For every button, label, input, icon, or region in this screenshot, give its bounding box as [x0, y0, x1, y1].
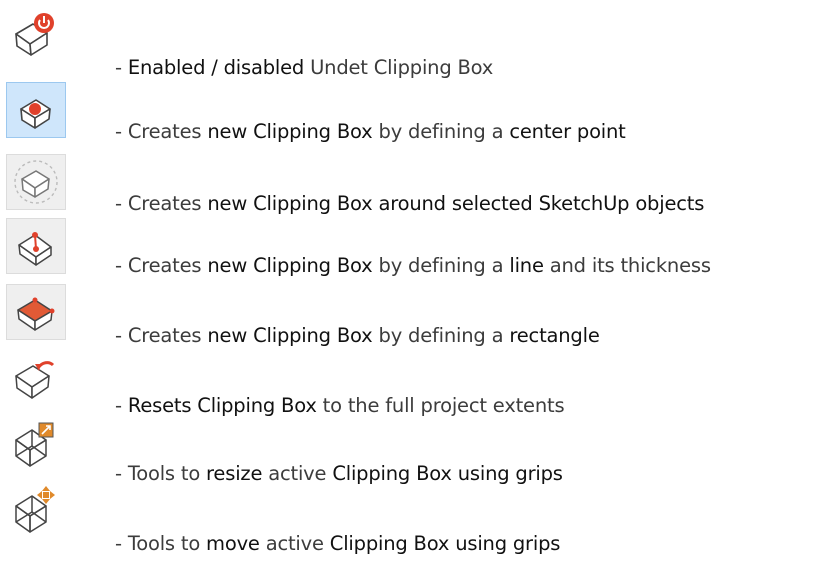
row-line: - Creates new Clipping Box by defining a…: [0, 212, 830, 277]
row-resize: - Tools to resize active Clipping Box us…: [0, 414, 830, 485]
row-move: - Tools to move active Clipping Box usin…: [0, 478, 830, 555]
row-reset: - Resets Clipping Box to the full projec…: [0, 348, 830, 417]
move-grips-icon[interactable]: [6, 480, 66, 536]
center-point-box-icon[interactable]: [6, 82, 66, 138]
row-selection: - Creates new Clipping Box around select…: [0, 150, 830, 215]
line-description: - Creates new Clipping Box by defining a…: [115, 254, 711, 277]
move-description: - Tools to move active Clipping Box usin…: [115, 532, 561, 555]
center-point-description: - Creates new Clipping Box by defining a…: [115, 120, 626, 143]
row-center-point: - Creates new Clipping Box by defining a…: [0, 70, 830, 143]
rectangle-box-icon[interactable]: [6, 284, 66, 340]
resize-grips-icon[interactable]: [6, 416, 66, 472]
line-box-icon[interactable]: [6, 218, 66, 274]
row-toggle: - Enabled / disabled Undet Clipping Box: [0, 6, 830, 79]
selection-box-icon[interactable]: [6, 154, 66, 210]
toggle-clipping-box-icon[interactable]: [6, 6, 66, 62]
reset-box-icon[interactable]: [6, 350, 66, 406]
row-rectangle: - Creates new Clipping Box by defining a…: [0, 282, 830, 347]
rectangle-description: - Creates new Clipping Box by defining a…: [115, 324, 600, 347]
